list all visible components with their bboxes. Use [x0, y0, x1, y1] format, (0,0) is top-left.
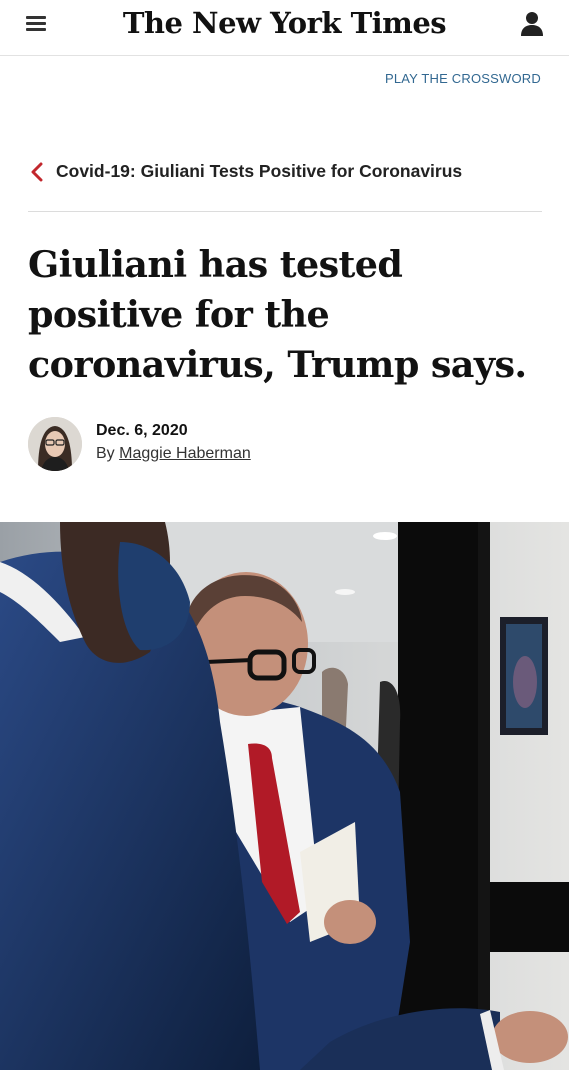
top-bar: The New York Times: [0, 0, 569, 56]
back-to-live-coverage-link[interactable]: Covid-19: Giuliani Tests Positive for Co…: [28, 159, 542, 185]
article-headline: Giuliani has tested positive for the cor…: [28, 243, 527, 386]
article-date: Dec. 6, 2020: [96, 422, 188, 439]
nyt-logo[interactable]: The New York Times: [0, 6, 569, 40]
chevron-left-icon: [31, 162, 43, 182]
byline: By Maggie Haberman: [96, 445, 251, 463]
play-crossword-link[interactable]: PLAY THE CROSSWORD: [385, 71, 541, 86]
author-link[interactable]: Maggie Haberman: [119, 445, 251, 462]
user-icon[interactable]: [520, 11, 544, 37]
author-avatar[interactable]: [28, 417, 82, 471]
article-photo: [0, 522, 569, 1070]
back-link-label: Covid-19: Giuliani Tests Positive for Co…: [56, 161, 463, 181]
divider: [28, 211, 542, 212]
byline-prefix: By: [96, 445, 115, 462]
